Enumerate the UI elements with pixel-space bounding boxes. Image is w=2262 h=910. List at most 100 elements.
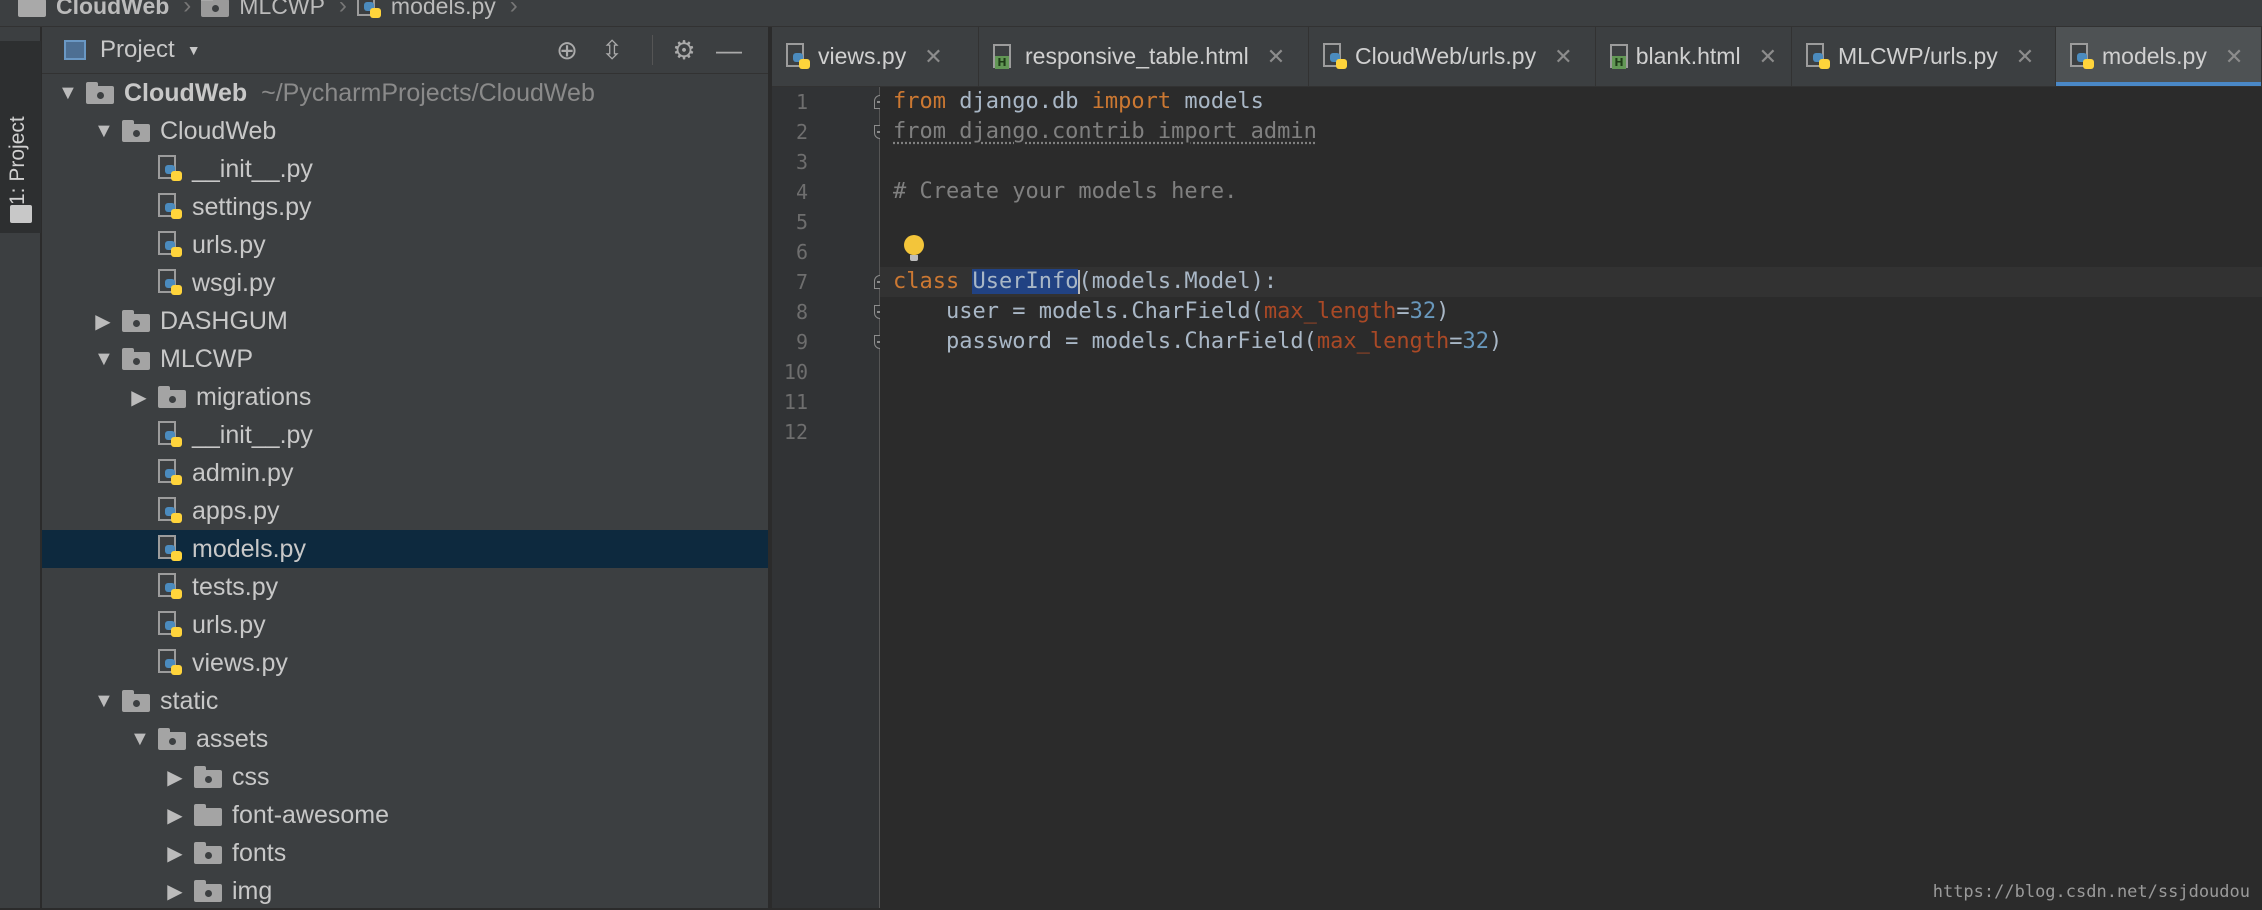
editor-tab[interactable]: CloudWeb/urls.py ✕	[1309, 27, 1596, 86]
tree-item[interactable]: ▶models.py	[42, 530, 768, 568]
code-token: from django.contrib import admin	[893, 119, 1317, 144]
tree-item-label: DASHGUM	[160, 306, 288, 335]
tree-item[interactable]: ▼ CloudWeb	[42, 112, 768, 150]
package-folder-icon	[194, 842, 222, 864]
code-line: password = models.CharField(max_length=3…	[893, 327, 1502, 357]
close-icon[interactable]: ✕	[924, 44, 942, 70]
line-number: 5	[795, 210, 808, 234]
tree-item[interactable]: ▶__init__.py	[42, 416, 768, 454]
locate-icon[interactable]: ⊕	[552, 35, 582, 65]
chevron-down-icon[interactable]: ▼	[130, 728, 150, 751]
tree-item[interactable]: ▶ css	[42, 758, 768, 796]
editor-tab-label: responsive_table.html	[1025, 43, 1249, 69]
chevron-right-icon[interactable]: ▶	[94, 309, 112, 334]
tree-item-label: assets	[196, 724, 269, 753]
tree-item-label: urls.py	[192, 230, 266, 259]
breadcrumb-item-models[interactable]: models.py	[356, 0, 496, 20]
tree-item-label: static	[160, 686, 219, 715]
chevron-down-icon[interactable]: ▼	[94, 690, 114, 713]
breadcrumb-item-mlcwp[interactable]: MLCWP	[201, 0, 325, 20]
python-file-icon	[158, 269, 184, 297]
close-icon[interactable]: ✕	[1759, 44, 1777, 70]
html-file-icon: H	[993, 43, 1015, 70]
code-token: 32	[1409, 299, 1437, 324]
tree-item[interactable]: ▶__init__.py	[42, 150, 768, 188]
line-number: 10	[783, 360, 808, 384]
tree-item[interactable]: ▶admin.py	[42, 454, 768, 492]
code-token: =	[1396, 299, 1410, 324]
editor-tab[interactable]: Hresponsive_table.html ✕	[979, 27, 1309, 86]
tree-item-path: ~/PycharmProjects/CloudWeb	[261, 78, 595, 107]
chevron-right-icon[interactable]: ▶	[130, 385, 148, 410]
line-number: 4	[795, 180, 808, 204]
editor-tab[interactable]: MLCWP/urls.py ✕	[1792, 27, 2056, 86]
chevron-down-icon[interactable]: ▼	[58, 82, 78, 105]
code-token: django.db	[945, 89, 1092, 114]
code-line: from django.contrib import admin	[893, 117, 1317, 147]
tree-item[interactable]: ▶urls.py	[42, 606, 768, 644]
tree-item[interactable]: ▼ assets	[42, 720, 768, 758]
line-number: 6	[795, 240, 808, 264]
line-number: 1	[795, 90, 808, 114]
tree-item[interactable]: ▼ MLCWP	[42, 340, 768, 378]
package-folder-icon	[122, 310, 150, 332]
tree-item-label: CloudWeb	[124, 78, 248, 107]
python-file-icon	[158, 535, 184, 563]
chevron-right-icon[interactable]: ▶	[166, 765, 184, 790]
package-folder-icon	[194, 766, 222, 788]
close-icon[interactable]: ✕	[1267, 44, 1285, 70]
python-file-icon	[158, 459, 184, 487]
editor-tab[interactable]: Hblank.html ✕	[1596, 27, 1792, 86]
close-icon[interactable]: ✕	[2225, 44, 2243, 70]
tree-item[interactable]: ▶urls.py	[42, 226, 768, 264]
project-tool-tab[interactable]: 1: Project	[0, 41, 41, 233]
chevron-right-icon[interactable]: ▶	[166, 841, 184, 866]
python-file-icon	[786, 42, 812, 71]
tree-item-label: MLCWP	[160, 344, 254, 373]
project-panel-header: Project ▼ ⊕ ⇳ ⚙ —	[42, 27, 768, 74]
line-number: 9	[795, 330, 808, 354]
tree-item[interactable]: ▶ font-awesome	[42, 796, 768, 834]
collapse-all-icon[interactable]: ⇳	[597, 35, 627, 65]
breadcrumb-item-cloudweb[interactable]: CloudWeb	[18, 0, 169, 20]
close-icon[interactable]: ✕	[2016, 44, 2034, 70]
chevron-down-icon[interactable]: ▼	[94, 348, 114, 371]
editor-tab[interactable]: views.py ✕	[772, 27, 979, 86]
tree-item[interactable]: ▼ static	[42, 682, 768, 720]
python-file-icon	[158, 573, 184, 601]
divider	[652, 35, 653, 65]
tree-item[interactable]: ▶ fonts	[42, 834, 768, 872]
watermark: https://blog.csdn.net/ssjdoudou	[1932, 882, 2250, 902]
chevron-down-icon[interactable]: ▼	[94, 120, 114, 143]
breadcrumb-separator-icon: ›	[183, 0, 192, 19]
tree-item[interactable]: ▶ img	[42, 872, 768, 910]
chevron-right-icon[interactable]: ▶	[166, 803, 184, 828]
chevron-right-icon[interactable]: ▶	[166, 879, 184, 904]
package-folder-icon	[158, 386, 186, 408]
tree-item[interactable]: ▶views.py	[42, 644, 768, 682]
chevron-down-icon[interactable]: ▼	[187, 42, 201, 58]
tree-item[interactable]: ▶apps.py	[42, 492, 768, 530]
tree-item[interactable]: ▶ DASHGUM	[42, 302, 768, 340]
tree-item-label: apps.py	[192, 496, 280, 525]
tree-item-label: tests.py	[192, 572, 279, 601]
tree-item[interactable]: ▶wsgi.py	[42, 264, 768, 302]
minimize-icon[interactable]: —	[714, 35, 744, 65]
tree-item[interactable]: ▼ CloudWeb ~/PycharmProjects/CloudWeb	[42, 74, 768, 112]
code-editor[interactable]: https://blog.csdn.net/ssjdoudou from dja…	[880, 87, 2262, 908]
line-number: 12	[783, 420, 808, 444]
tree-item[interactable]: ▶ migrations	[42, 378, 768, 416]
gear-icon[interactable]: ⚙	[669, 35, 699, 65]
package-folder-icon	[201, 0, 231, 17]
project-view-selector[interactable]: Project	[100, 36, 175, 64]
tree-item[interactable]: ▶tests.py	[42, 568, 768, 606]
close-icon[interactable]: ✕	[1554, 44, 1572, 70]
lightbulb-icon[interactable]	[904, 235, 924, 261]
editor-tab[interactable]: models.py ✕	[2056, 27, 2262, 86]
tree-item[interactable]: ▶settings.py	[42, 188, 768, 226]
code-token: =	[1449, 329, 1463, 354]
code-line: from django.db import models	[893, 87, 1264, 117]
tree-item-label: settings.py	[192, 192, 312, 221]
code-token: )	[1436, 299, 1450, 324]
project-tool-tab-label: 1: Project	[6, 116, 29, 205]
